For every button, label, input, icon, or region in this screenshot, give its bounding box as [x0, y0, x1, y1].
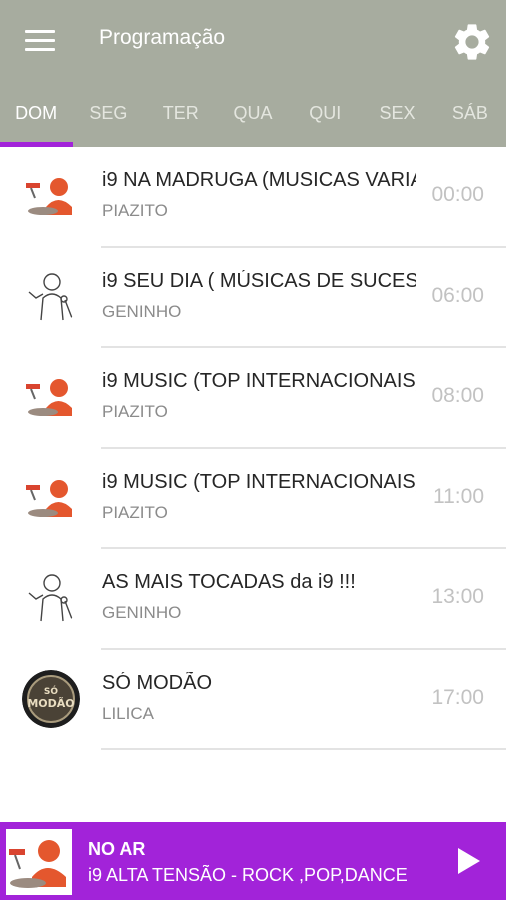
geninho-avatar: [22, 267, 80, 326]
schedule-row[interactable]: i9 NA MADRUGA (MUSICAS VARIADAS) PIAZITO…: [0, 147, 506, 248]
day-tabs: DOM SEG TER QUA QUI SEX SÁB: [0, 90, 506, 147]
svg-text:SÓ: SÓ: [44, 685, 58, 697]
on-air-label: NO AR: [88, 839, 146, 859]
so-modao-logo: SÓ MODÃO: [22, 669, 80, 728]
program-host: PIAZITO: [102, 502, 168, 522]
program-time: 06:00: [431, 283, 484, 307]
schedule-list: i9 NA MADRUGA (MUSICAS VARIADAS) PIAZITO…: [0, 147, 506, 750]
tab-qua[interactable]: QUA: [217, 90, 289, 147]
schedule-row[interactable]: i9 SEU DIA ( MÚSICAS DE SUCESSO ) GENINH…: [0, 248, 506, 348]
tab-sab[interactable]: SÁB: [434, 90, 506, 147]
geninho-avatar: [22, 569, 80, 627]
program-title: i9 MUSIC (TOP INTERNACIONAIS): [102, 370, 416, 392]
piazito-avatar: [22, 167, 80, 225]
tab-ter[interactable]: TER: [145, 90, 217, 147]
program-time: 13:00: [431, 585, 484, 608]
svg-text:MODÃO: MODÃO: [27, 697, 74, 710]
program-title: SÓ MODÃO: [102, 671, 213, 694]
now-playing-thumbnail: [6, 829, 72, 895]
gear-icon[interactable]: [450, 20, 494, 64]
program-time: 17:00: [431, 685, 484, 709]
program-time: 08:00: [431, 384, 484, 407]
program-time: 11:00: [433, 484, 484, 508]
program-host: GENINHO: [102, 603, 182, 622]
hamburger-menu-icon[interactable]: [22, 28, 58, 54]
tab-sex[interactable]: SEX: [361, 90, 433, 147]
program-host: PIAZITO: [102, 201, 168, 220]
program-host: GENINHO: [102, 301, 182, 321]
program-title: AS MAIS TOCADAS da i9 !!!: [102, 571, 356, 593]
schedule-row[interactable]: i9 MUSIC (TOP INTERNACIONAIS) PIAZITO 11…: [0, 449, 506, 549]
schedule-row[interactable]: AS MAIS TOCADAS da i9 !!! GENINHO 13:00: [0, 549, 506, 650]
program-time: 00:00: [431, 183, 484, 206]
divider: [101, 748, 506, 750]
schedule-row[interactable]: i9 MUSIC (TOP INTERNACIONAIS) PIAZITO 08…: [0, 348, 506, 449]
tab-seg[interactable]: SEG: [72, 90, 144, 147]
now-playing-bar[interactable]: NO AR i9 ALTA TENSÃO - ROCK ,POP,DANCE: [0, 822, 506, 900]
play-icon[interactable]: [448, 842, 486, 880]
tab-dom[interactable]: DOM: [0, 90, 72, 147]
now-playing-track: i9 ALTA TENSÃO - ROCK ,POP,DANCE: [88, 865, 408, 885]
program-host: PIAZITO: [102, 402, 168, 421]
tab-qui[interactable]: QUI: [289, 90, 361, 147]
piazito-avatar: [22, 368, 80, 426]
app-bar: Programação DOM SEG TER QUA QUI SEX SÁB: [0, 0, 506, 147]
page-title: Programação: [99, 26, 226, 49]
program-host: LILICA: [102, 703, 154, 723]
program-title: i9 MUSIC (TOP INTERNACIONAIS): [102, 470, 416, 493]
program-title: i9 SEU DIA ( MÚSICAS DE SUCESSO ): [102, 269, 416, 292]
program-title: i9 NA MADRUGA (MUSICAS VARIADAS): [102, 169, 416, 191]
schedule-row[interactable]: SÓ MODÃO SÓ MODÃO LILICA 17:00: [0, 650, 506, 750]
piazito-avatar: [22, 468, 80, 527]
